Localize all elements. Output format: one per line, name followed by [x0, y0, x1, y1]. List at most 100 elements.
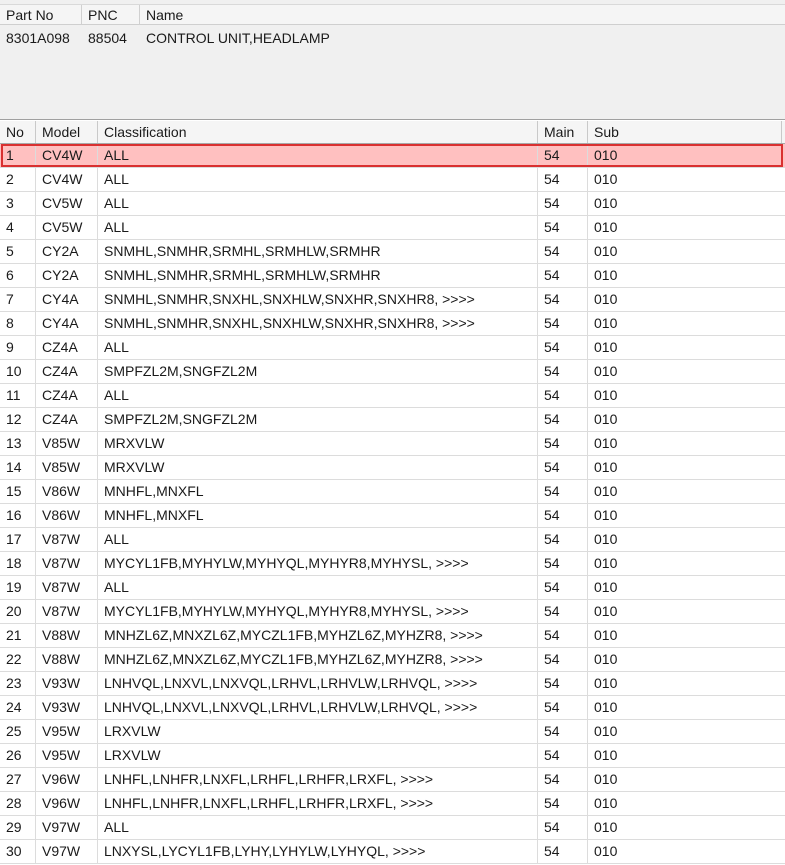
cell-no: 6: [0, 264, 36, 287]
cell-classification: MNHZL6Z,MNXZL6Z,MYCZL1FB,MYHZL6Z,MYHZR8,…: [98, 648, 538, 671]
cell-main: 54: [538, 240, 588, 263]
cell-classification: ALL: [98, 192, 538, 215]
cell-model: V85W: [36, 456, 98, 479]
table-row[interactable]: 26 V95W LRXVLW 54 010: [0, 744, 785, 768]
cell-classification: ALL: [98, 528, 538, 551]
table-row[interactable]: 18 V87W MYCYL1FB,MYHYLW,MYHYQL,MYHYR8,MYHY…: [0, 552, 785, 576]
cell-no: 21: [0, 624, 36, 647]
table-row[interactable]: 9 CZ4A ALL 54 010: [0, 336, 785, 360]
table-row[interactable]: 21 V88W MNHZL6Z,MNXZL6Z,MYCZL1FB,MYHZL6Z,M…: [0, 624, 785, 648]
cell-no: 4: [0, 216, 36, 239]
table-row[interactable]: 14 V85W MRXVLW 54 010: [0, 456, 785, 480]
cell-no: 12: [0, 408, 36, 431]
cell-model: V96W: [36, 768, 98, 791]
table-row[interactable]: 12 CZ4A SMPFZL2M,SNGFZL2M 54 010: [0, 408, 785, 432]
cell-no: 16: [0, 504, 36, 527]
cell-main: 54: [538, 720, 588, 743]
cell-model: CZ4A: [36, 360, 98, 383]
cell-main: 54: [538, 168, 588, 191]
cell-main: 54: [538, 600, 588, 623]
cell-model: V93W: [36, 672, 98, 695]
table-row[interactable]: 22 V88W MNHZL6Z,MNXZL6Z,MYCZL1FB,MYHZL6Z,M…: [0, 648, 785, 672]
cell-main: 54: [538, 408, 588, 431]
cell-main: 54: [538, 576, 588, 599]
table-header: No Model Classification Main Sub: [0, 121, 785, 144]
cell-sub: 010: [594, 675, 618, 691]
column-header-model[interactable]: Model: [36, 121, 98, 143]
cell-no: 8: [0, 312, 36, 335]
cell-sub: 010: [594, 819, 618, 835]
table-row[interactable]: 23 V93W LNHVQL,LNXVL,LNXVQL,LRHVL,LRHVLW,L…: [0, 672, 785, 696]
cell-classification: LNHVQL,LNXVL,LNXVQL,LRHVL,LRHVLW,LRHVQL,…: [98, 696, 538, 719]
table-row[interactable]: 6 CY2A SNMHL,SNMHR,SRMHL,SRMHLW,SRMHR 54 010: [0, 264, 785, 288]
cell-main: 54: [538, 768, 588, 791]
table-row[interactable]: 1 CV4W ALL 54 010: [0, 144, 785, 168]
cell-main: 54: [538, 144, 588, 167]
table-row[interactable]: 27 V96W LNHFL,LNHFR,LNXFL,LRHFL,LRHFR,LRXF…: [0, 768, 785, 792]
cell-classification: ALL: [98, 168, 538, 191]
cell-no: 13: [0, 432, 36, 455]
cell-classification: ALL: [98, 816, 538, 839]
column-header-main[interactable]: Main: [538, 121, 588, 143]
cell-sub: 010: [594, 435, 618, 451]
table-row[interactable]: 5 CY2A SNMHL,SNMHR,SRMHL,SRMHLW,SRMHR 54 010: [0, 240, 785, 264]
table-row[interactable]: 4 CV5W ALL 54 010: [0, 216, 785, 240]
table-row[interactable]: 10 CZ4A SMPFZL2M,SNGFZL2M 54 010: [0, 360, 785, 384]
cell-classification: SNMHL,SNMHR,SNXHL,SNXHLW,SNXHR,SNXHR8, >…: [98, 288, 538, 311]
table-row[interactable]: 7 CY4A SNMHL,SNMHR,SNXHL,SNXHLW,SNXHR,SNXH…: [0, 288, 785, 312]
cell-classification: SMPFZL2M,SNGFZL2M: [98, 408, 538, 431]
table-row[interactable]: 17 V87W ALL 54 010: [0, 528, 785, 552]
table-row[interactable]: 8 CY4A SNMHL,SNMHR,SNXHL,SNXHLW,SNXHR,SNXH…: [0, 312, 785, 336]
table-row[interactable]: 25 V95W LRXVLW 54 010: [0, 720, 785, 744]
pnc-value: 88504: [88, 30, 127, 46]
column-header-name[interactable]: Name: [140, 5, 785, 25]
cell-main: 54: [538, 312, 588, 335]
cell-main: 54: [538, 744, 588, 767]
cell-main: 54: [538, 504, 588, 527]
table-row[interactable]: 29 V97W ALL 54 010: [0, 816, 785, 840]
cell-model: V97W: [36, 816, 98, 839]
table-row[interactable]: 30 V97W LNXYSL,LYCYL1FB,LYHY,LYHYLW,LYHYQL…: [0, 840, 785, 864]
cell-classification: SNMHL,SNMHR,SRMHL,SRMHLW,SRMHR: [98, 264, 538, 287]
cell-classification: MNHFL,MNXFL: [98, 480, 538, 503]
part-info-row[interactable]: 8301A098 88504 CONTROL UNIT,HEADLAMP: [0, 27, 785, 49]
table-row[interactable]: 15 V86W MNHFL,MNXFL 54 010: [0, 480, 785, 504]
table-row[interactable]: 19 V87W ALL 54 010: [0, 576, 785, 600]
cell-model: CV5W: [36, 192, 98, 215]
cell-classification: LNHFL,LNHFR,LNXFL,LRHFL,LRHFR,LRXFL, >>>…: [98, 792, 538, 815]
column-header-part-no[interactable]: Part No: [0, 5, 82, 25]
cell-main: 54: [538, 528, 588, 551]
cell-classification: SNMHL,SNMHR,SRMHL,SRMHLW,SRMHR: [98, 240, 538, 263]
table-row[interactable]: 2 CV4W ALL 54 010: [0, 168, 785, 192]
cell-classification: MNHFL,MNXFL: [98, 504, 538, 527]
cell-main: 54: [538, 816, 588, 839]
cell-model: CV4W: [36, 144, 98, 167]
cell-classification: ALL: [98, 216, 538, 239]
cell-no: 15: [0, 480, 36, 503]
table-row[interactable]: 28 V96W LNHFL,LNHFR,LNXFL,LRHFL,LRHFR,LRXF…: [0, 792, 785, 816]
table-row[interactable]: 13 V85W MRXVLW 54 010: [0, 432, 785, 456]
column-header-sub[interactable]: Sub: [588, 121, 782, 143]
table-row[interactable]: 24 V93W LNHVQL,LNXVL,LNXVQL,LRHVL,LRHVLW,L…: [0, 696, 785, 720]
cell-sub: 010: [594, 243, 618, 259]
table-row[interactable]: 3 CV5W ALL 54 010: [0, 192, 785, 216]
column-header-no[interactable]: No: [0, 121, 36, 143]
model-applicability-table: No Model Classification Main Sub 1 CV4W AL…: [0, 121, 785, 865]
cell-main: 54: [538, 480, 588, 503]
cell-no: 3: [0, 192, 36, 215]
cell-model: V86W: [36, 504, 98, 527]
cell-no: 24: [0, 696, 36, 719]
table-row[interactable]: 11 CZ4A ALL 54 010: [0, 384, 785, 408]
table-row[interactable]: 16 V86W MNHFL,MNXFL 54 010: [0, 504, 785, 528]
cell-model: V87W: [36, 552, 98, 575]
column-header-classification[interactable]: Classification: [98, 121, 538, 143]
column-header-pnc[interactable]: PNC: [82, 5, 140, 25]
cell-model: CY4A: [36, 312, 98, 335]
table-row[interactable]: 20 V87W MYCYL1FB,MYHYLW,MYHYQL,MYHYR8,MYHY…: [0, 600, 785, 624]
cell-model: V87W: [36, 576, 98, 599]
cell-model: V97W: [36, 840, 98, 863]
cell-sub: 010: [594, 627, 618, 643]
cell-no: 19: [0, 576, 36, 599]
cell-classification: MRXVLW: [98, 456, 538, 479]
cell-sub: 010: [594, 363, 618, 379]
